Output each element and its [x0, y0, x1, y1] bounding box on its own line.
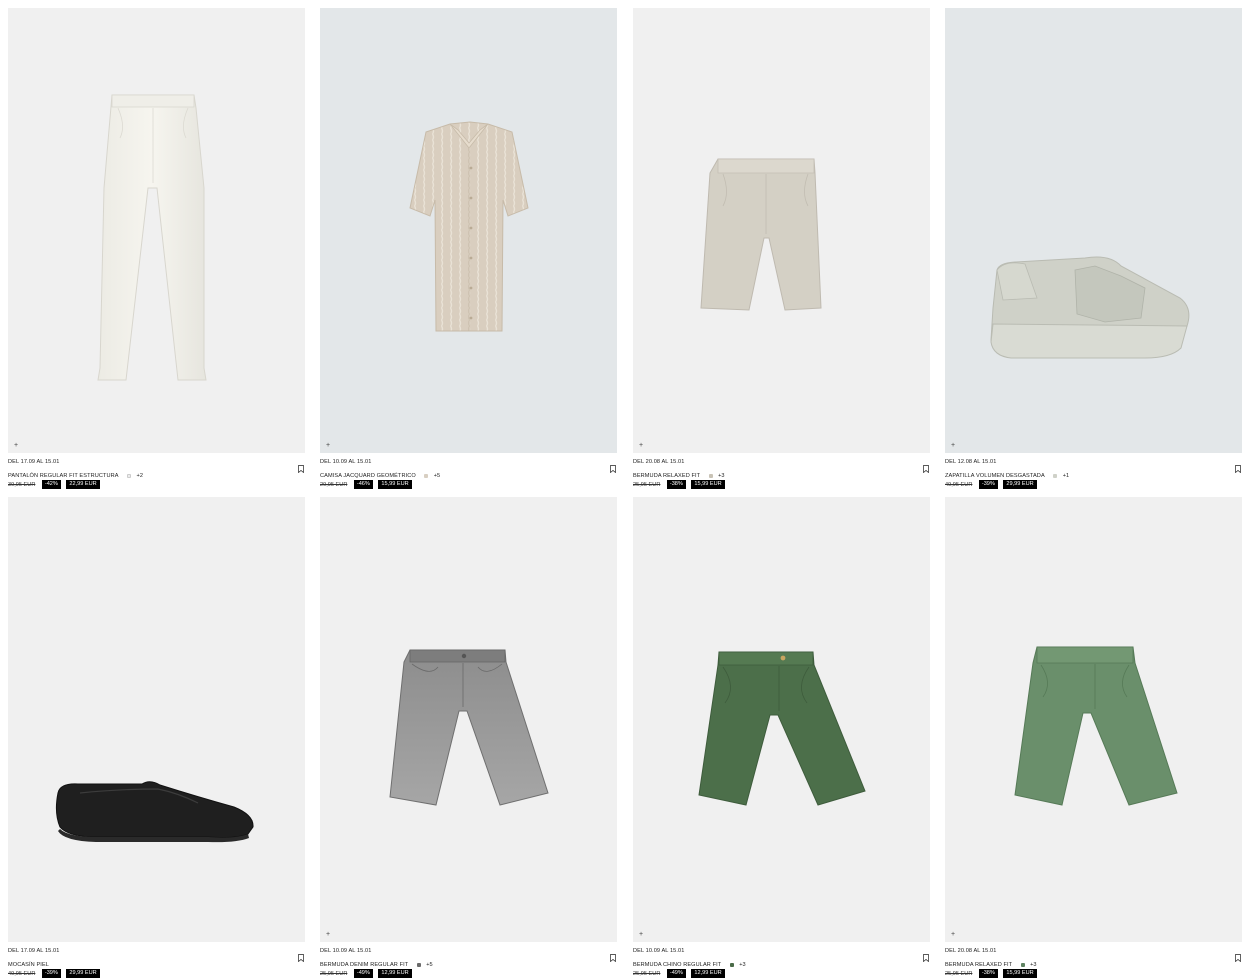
bookmark-icon[interactable] [1235, 954, 1241, 962]
product-image[interactable]: + [633, 497, 930, 942]
sale-price: 15,99 EUR [691, 480, 725, 490]
trousers-image [97, 94, 207, 381]
bookmark-icon[interactable] [298, 465, 304, 473]
plus-icon[interactable]: + [324, 931, 332, 939]
relaxed-shorts-image [1014, 646, 1178, 806]
promo-date: DEL 20.08 AL 15.01 [945, 948, 997, 954]
plus-icon[interactable]: + [324, 442, 332, 450]
original-price: 49,95 EUR [945, 481, 973, 488]
plus-icon[interactable]: + [637, 931, 645, 939]
discount-badge: -46% [353, 480, 373, 490]
sneaker-image [990, 256, 1190, 359]
discount-badge: -39% [978, 480, 998, 490]
product-image[interactable]: + [633, 8, 930, 453]
sale-price: 12,99 EUR [691, 969, 725, 978]
more-colors[interactable]: +5 [426, 962, 432, 968]
more-colors[interactable]: +2 [137, 473, 143, 479]
color-swatch[interactable] [416, 962, 421, 967]
bookmark-icon[interactable] [923, 465, 929, 473]
shorts-image [700, 158, 822, 311]
plus-icon[interactable]: + [949, 931, 957, 939]
color-swatch[interactable] [424, 473, 429, 478]
product-image[interactable]: + [945, 8, 1242, 453]
original-price: 49,95 EUR [8, 970, 36, 977]
promo-date: DEL 17.09 AL 15.01 [8, 459, 60, 465]
promo-date: DEL 17.09 AL 15.01 [8, 948, 60, 954]
discount-badge: -42% [41, 480, 61, 490]
sale-price: 15,99 EUR [1003, 969, 1037, 978]
product-image[interactable]: + [8, 8, 305, 453]
sale-price: 15,99 EUR [378, 480, 412, 490]
original-price: 25,95 EUR [633, 970, 661, 977]
discount-badge: -38% [666, 480, 686, 490]
product-image[interactable] [8, 497, 305, 942]
bookmark-icon[interactable] [923, 954, 929, 962]
original-price: 25,95 EUR [320, 970, 348, 977]
loafer-image [55, 781, 254, 843]
bookmark-icon[interactable] [1235, 465, 1241, 473]
sale-price: 22,99 EUR [66, 480, 100, 490]
chino-shorts-image [698, 651, 866, 806]
product-image[interactable]: + [320, 497, 617, 942]
bookmark-icon[interactable] [610, 465, 616, 473]
promo-date: DEL 20.08 AL 15.01 [633, 459, 685, 465]
sale-price: 29,99 EUR [1003, 480, 1037, 490]
plus-icon[interactable]: + [949, 442, 957, 450]
discount-badge: -49% [666, 969, 686, 978]
promo-date: DEL 12.08 AL 15.01 [945, 459, 997, 465]
more-colors[interactable]: +3 [739, 962, 745, 968]
promo-date: DEL 10.09 AL 15.01 [320, 948, 372, 954]
promo-date: DEL 10.09 AL 15.01 [320, 459, 372, 465]
discount-badge: -38% [978, 969, 998, 978]
plus-icon[interactable]: + [637, 442, 645, 450]
color-swatch[interactable] [1053, 473, 1058, 478]
shirt-image [409, 121, 529, 332]
original-price: 29,95 EUR [320, 481, 348, 488]
product-image[interactable]: + [320, 8, 617, 453]
more-colors[interactable]: +5 [434, 473, 440, 479]
original-price: 25,95 EUR [633, 481, 661, 488]
sale-price: 29,99 EUR [66, 969, 100, 978]
plus-icon[interactable]: + [12, 442, 20, 450]
original-price: 25,95 EUR [945, 970, 973, 977]
promo-date: DEL 10.09 AL 15.01 [633, 948, 685, 954]
color-swatch[interactable] [127, 473, 132, 478]
denim-shorts-image [389, 649, 549, 806]
original-price: 39,95 EUR [8, 481, 36, 488]
color-swatch[interactable] [729, 962, 734, 967]
discount-badge: -39% [41, 969, 61, 978]
more-colors[interactable]: +1 [1063, 473, 1069, 479]
bookmark-icon[interactable] [610, 954, 616, 962]
bookmark-icon[interactable] [298, 954, 304, 962]
discount-badge: -49% [353, 969, 373, 978]
sale-price: 12,99 EUR [378, 969, 412, 978]
product-image[interactable]: + [945, 497, 1242, 942]
